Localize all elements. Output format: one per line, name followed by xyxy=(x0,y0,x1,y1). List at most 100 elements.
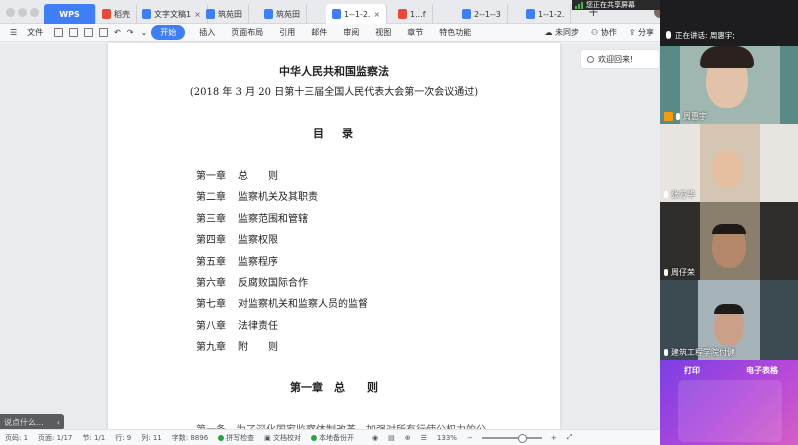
tab-mail[interactable]: 邮件 xyxy=(303,27,335,38)
fit-icon[interactable]: ⤢ xyxy=(562,433,578,442)
toc-item[interactable]: 第二章 监察机关及其职责 xyxy=(196,188,368,209)
sync-status[interactable]: ☁ 未同步 xyxy=(544,27,579,38)
print-shortcut[interactable]: 打印 xyxy=(684,365,700,376)
save-icon[interactable] xyxy=(54,28,64,37)
tab-special[interactable]: 特色功能 xyxy=(431,27,479,38)
print-icon[interactable] xyxy=(84,28,94,37)
chevron-left-icon[interactable]: ‹ xyxy=(57,418,60,427)
tab-doc-active[interactable]: 1--1-2. × xyxy=(326,4,388,24)
redo-icon[interactable]: ↷ xyxy=(124,28,137,37)
toc-item[interactable]: 第九章附 则 xyxy=(196,338,368,359)
cloud-icon: ☁ xyxy=(544,28,553,37)
speaking-indicator: 正在讲话: 周惠宇; xyxy=(660,28,798,42)
doc-icon xyxy=(142,9,151,19)
status-pages: 页面: 1/17 xyxy=(38,433,73,442)
backup-icon xyxy=(311,434,318,441)
share-button[interactable]: ⇪ 分享 xyxy=(629,27,654,38)
menu-file[interactable]: 文件 xyxy=(25,27,51,38)
participant-tile[interactable]: 周惠宇 xyxy=(660,46,798,124)
tab-start[interactable]: 开始 xyxy=(151,25,186,40)
document-page[interactable]: 中华人民共和国监察法 (2018 年 3 月 20 日第十三届全国人民代表大会第… xyxy=(108,43,560,429)
chevron-down-icon[interactable]: ⌄ xyxy=(137,28,152,37)
export-icon[interactable] xyxy=(69,28,79,37)
zoom-in-button[interactable]: + xyxy=(546,434,562,442)
toc-item[interactable]: 第五章 监察程序 xyxy=(196,253,368,274)
pdf-icon xyxy=(398,9,407,19)
chat-input[interactable]: 说点什么... ‹ xyxy=(0,414,64,430)
zoom-slider[interactable] xyxy=(481,433,542,443)
share-icon: ⇪ xyxy=(628,28,636,37)
tab-doc-4[interactable]: 2--1--3 xyxy=(456,4,508,24)
mic-icon xyxy=(666,31,671,39)
document-workspace[interactable]: 中华人民共和国监察法 (2018 年 3 月 20 日第十三届全国人民代表大会第… xyxy=(0,43,660,429)
toc-item[interactable]: 第三章 监察范围和管辖 xyxy=(196,210,368,231)
zoom-out-button[interactable]: − xyxy=(462,434,478,442)
window-close-button[interactable] xyxy=(6,8,15,17)
location-icon xyxy=(587,55,594,63)
participant-tile[interactable]: 建筑工程学院付健 xyxy=(660,280,798,360)
zoom-level[interactable]: 133% xyxy=(432,434,462,442)
spreadsheet-shortcut[interactable]: 电子表格 xyxy=(746,365,778,376)
status-page-code: 页码: 1 xyxy=(5,433,29,442)
participant-label: 建筑工程学院付健 xyxy=(664,347,735,358)
table-of-contents: 第一章总 则 第二章 监察机关及其职责 第三章 监察范围和管辖 第四章 监察权限 第五… xyxy=(196,167,368,360)
web-view-icon[interactable]: ⊕ xyxy=(400,434,416,442)
menu-icon[interactable]: ☰ xyxy=(0,28,25,37)
status-words[interactable]: 字数: 8896 xyxy=(167,433,213,443)
outline-view-icon[interactable]: ☰ xyxy=(416,434,432,442)
meeting-panel: 正在讲话: 周惠宇; 周惠宇 张方华 周仔荣 建筑工程学院付健 xyxy=(660,0,798,360)
tab-doc-5[interactable]: 1--1-2. xyxy=(520,4,572,24)
tab-doc-2[interactable]: 筑苑田 xyxy=(200,4,249,24)
window-zoom-button[interactable] xyxy=(30,8,39,17)
tab-insert[interactable]: 插入 xyxy=(191,27,223,38)
doc-icon xyxy=(462,9,471,19)
tab-wps[interactable]: WPS xyxy=(44,4,96,24)
document-subtitle: (2018 年 3 月 20 日第十三届全国人民代表大会第一次会议通过) xyxy=(189,87,479,98)
document-title: 中华人民共和国监察法 xyxy=(279,65,389,78)
check-icon xyxy=(218,434,225,441)
tab-page-layout[interactable]: 页面布局 xyxy=(223,27,271,38)
tab-review[interactable]: 审阅 xyxy=(335,27,367,38)
spell-check-toggle[interactable]: 拼写检查 xyxy=(213,433,259,443)
undo-icon[interactable]: ↶ xyxy=(111,28,124,37)
doc-icon xyxy=(332,9,341,19)
desktop-shortcuts: 打印 电子表格 xyxy=(660,360,798,445)
tab-bar: WPS 稻壳 文字文稿1 × 筑苑田 筑苑田 1--1-2. × 1...f 2--… xyxy=(0,0,666,24)
participant-label: 周惠宇 xyxy=(664,111,707,122)
backup-toggle[interactable]: 本地备份开 xyxy=(306,433,359,443)
status-row: 行: 9 xyxy=(115,433,132,442)
close-icon[interactable]: × xyxy=(373,10,380,19)
proofread-button[interactable]: ▣ 文档校对 xyxy=(259,433,306,443)
toc-item[interactable]: 第四章 监察权限 xyxy=(196,231,368,252)
welcome-panel[interactable]: 欢迎回来! xyxy=(580,49,660,69)
doc-icon xyxy=(526,9,535,19)
people-icon: ⚇ xyxy=(591,28,599,37)
page-view-icon[interactable]: ▤ xyxy=(383,434,400,442)
tab-docer[interactable]: 稻壳 xyxy=(96,4,137,24)
chapter-heading: 第一章 总 则 xyxy=(290,381,378,394)
hair xyxy=(714,304,744,314)
participant-tile[interactable]: 张方华 xyxy=(660,124,798,202)
doc-check-icon: ▣ xyxy=(264,433,271,442)
toc-item[interactable]: 第八章 法律责任 xyxy=(196,317,368,338)
preview-icon[interactable] xyxy=(99,28,109,37)
status-section: 节: 1/1 xyxy=(82,433,106,442)
toc-item[interactable]: 第七章 对监察机关和监察人员的监督 xyxy=(196,295,368,316)
hair xyxy=(712,224,746,234)
tab-references[interactable]: 引用 xyxy=(271,27,303,38)
window-minimize-button[interactable] xyxy=(18,8,27,17)
tab-doc-3[interactable]: 筑苑田 xyxy=(258,4,307,24)
screen-share-banner: 您正在共享屏幕 xyxy=(572,0,668,10)
toc-item[interactable]: 第一章总 则 xyxy=(196,167,368,188)
toc-item[interactable]: 第六章 反腐败国际合作 xyxy=(196,274,368,295)
status-bar: 页码: 1 页面: 1/17 节: 1/1 行: 9 列: 11 字数: 889… xyxy=(0,429,660,445)
hair xyxy=(700,46,754,68)
collab-button[interactable]: ⚇ 协作 xyxy=(591,27,617,38)
preview-card[interactable] xyxy=(678,380,782,442)
tab-doc-1[interactable]: 文字文稿1 × xyxy=(136,4,208,24)
tab-view[interactable]: 视图 xyxy=(367,27,399,38)
tab-pdf[interactable]: 1...f xyxy=(392,4,433,24)
participant-tile[interactable]: 周仔荣 xyxy=(660,202,798,280)
eye-icon[interactable]: ◉ xyxy=(367,434,383,442)
tab-chapter[interactable]: 章节 xyxy=(399,27,431,38)
